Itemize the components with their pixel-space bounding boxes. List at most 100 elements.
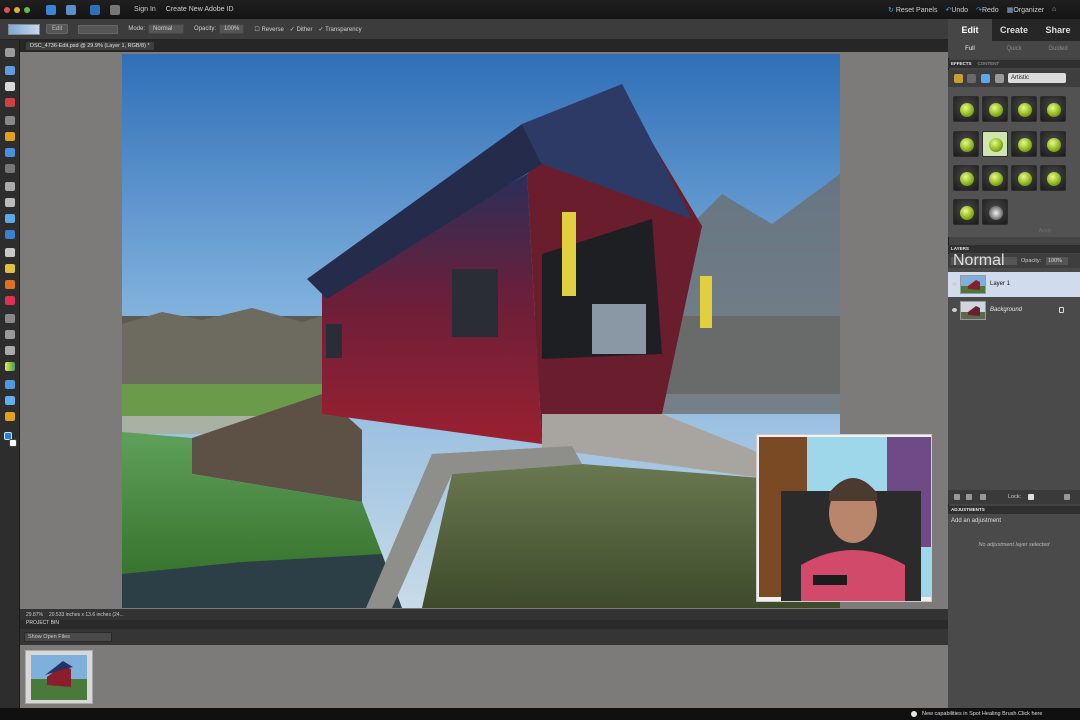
layer-thumbnail-artwork xyxy=(961,302,985,319)
magic-wand-icon[interactable] xyxy=(5,164,15,173)
gradient-picker[interactable] xyxy=(8,23,40,35)
create-adobe-id-link[interactable]: Create New Adobe ID xyxy=(166,6,234,13)
lock-all-icon[interactable] xyxy=(1028,494,1034,500)
all-effects-icon[interactable] xyxy=(995,74,1004,83)
tab-create[interactable]: Create xyxy=(992,19,1036,41)
eraser-tool-icon[interactable] xyxy=(5,280,15,289)
tab-share[interactable]: Share xyxy=(1036,19,1080,41)
brush-tool-icon[interactable] xyxy=(5,296,15,305)
effect-thumbnail[interactable] xyxy=(953,199,979,225)
opacity-input[interactable]: 100% xyxy=(219,24,245,34)
help-icon[interactable] xyxy=(90,4,100,15)
effect-thumbnail[interactable] xyxy=(982,165,1008,191)
reset-panels-button[interactable]: ↻ Reset Panels xyxy=(888,6,937,14)
effects-category-dropdown[interactable]: Artistic xyxy=(1008,73,1066,83)
document-tab[interactable]: DSC_4736-Edit.psd @ 29.9% (Layer 1, RGB/… xyxy=(26,42,154,50)
effect-thumbnail[interactable] xyxy=(982,96,1008,122)
lasso-tool-icon[interactable] xyxy=(5,132,15,141)
visibility-eye-icon[interactable] xyxy=(952,282,957,286)
clone-stamp-icon[interactable] xyxy=(5,264,15,273)
tab-guided[interactable]: Guided xyxy=(1036,41,1080,58)
transparency-checkbox[interactable]: ✓ Transparency xyxy=(319,26,362,33)
show-open-files-dropdown[interactable]: Show Open Files xyxy=(24,632,112,642)
background-color-swatch[interactable] xyxy=(9,439,17,447)
close-window-button[interactable] xyxy=(4,6,10,13)
recompose-tool-icon[interactable] xyxy=(5,214,15,223)
effect-preview-apple xyxy=(989,103,1003,117)
healing-brush-icon[interactable] xyxy=(5,248,15,257)
smart-brush-icon[interactable] xyxy=(5,314,15,323)
layout-icon[interactable] xyxy=(110,4,120,15)
gradient-edit-button[interactable]: Edit xyxy=(46,24,69,34)
photoshop-elements-window: Sign In Create New Adobe ID ↻ Reset Pane… xyxy=(0,0,1080,720)
minimize-window-button[interactable] xyxy=(14,6,20,13)
document-tab-bar: DSC_4736-Edit.psd @ 29.9% (Layer 1, RGB/… xyxy=(20,40,948,52)
mode-dropdown[interactable]: Normal xyxy=(148,24,185,34)
layer-row-background[interactable]: Background xyxy=(948,298,1080,323)
redo-button[interactable]: ↷Redo xyxy=(976,6,999,14)
lock-label: Lock: xyxy=(1008,494,1022,500)
zoom-readout[interactable]: 29.87% xyxy=(26,612,43,618)
zoom-tool-icon[interactable] xyxy=(5,66,15,75)
effect-thumbnail[interactable] xyxy=(1040,165,1066,191)
dither-checkbox[interactable]: ✓ Dither xyxy=(290,26,313,33)
effect-thumbnail[interactable] xyxy=(982,199,1008,225)
effect-thumbnail[interactable] xyxy=(1040,96,1066,122)
sponge-tool-icon[interactable] xyxy=(5,412,15,421)
tab-edit[interactable]: Edit xyxy=(948,19,992,41)
photo-effects-icon[interactable] xyxy=(981,74,990,83)
add-adjustment-label: Add an adjustment xyxy=(951,518,1002,524)
paint-bucket-icon[interactable] xyxy=(5,346,15,355)
covered-bridge-photo[interactable] xyxy=(122,54,840,608)
effect-thumbnail[interactable] xyxy=(953,96,979,122)
effect-thumbnail[interactable] xyxy=(1011,131,1037,157)
reverse-checkbox[interactable]: ☐ Reverse xyxy=(254,26,283,33)
delete-layer-icon[interactable] xyxy=(1064,494,1070,500)
blur-tool-icon[interactable] xyxy=(5,396,15,405)
blend-mode-dropdown[interactable]: Normal xyxy=(951,253,1017,269)
sign-in-link[interactable]: Sign In xyxy=(134,6,156,13)
layer-row-layer-1[interactable]: Layer 1 xyxy=(948,272,1080,297)
tab-full[interactable]: Full xyxy=(948,41,992,58)
move-tool-icon[interactable] xyxy=(5,48,15,57)
new-file-icon[interactable] xyxy=(46,4,56,15)
gradient-tool-icon[interactable] xyxy=(5,362,15,371)
crop-tool-icon[interactable] xyxy=(5,198,15,207)
marquee-tool-icon[interactable] xyxy=(5,116,15,125)
effect-thumbnail[interactable] xyxy=(1040,131,1066,157)
layer-styles-icon[interactable] xyxy=(967,74,976,83)
shape-tool-icon[interactable] xyxy=(5,380,15,389)
red-eye-tool-icon[interactable] xyxy=(5,230,15,239)
layer-name[interactable]: Background xyxy=(990,307,1022,313)
layer-opacity-input[interactable]: 100% xyxy=(1046,257,1068,265)
effect-preview-apple xyxy=(1018,138,1032,152)
tab-quick[interactable]: Quick xyxy=(992,41,1036,58)
home-icon[interactable]: ⌂ xyxy=(1052,6,1056,13)
undo-button[interactable]: ↶Undo xyxy=(945,6,968,14)
effect-thumbnail[interactable] xyxy=(953,131,979,157)
effects-title[interactable]: EFFECTS xyxy=(951,61,972,66)
layer-name[interactable]: Layer 1 xyxy=(990,281,1010,287)
effect-thumbnail[interactable] xyxy=(1011,96,1037,122)
pencil-tool-icon[interactable] xyxy=(5,330,15,339)
effect-thumbnail[interactable] xyxy=(982,131,1008,157)
visibility-eye-icon[interactable] xyxy=(952,308,957,312)
organizer-button[interactable]: ▦Organizer xyxy=(1007,6,1044,14)
open-file-thumbnail[interactable] xyxy=(25,650,93,704)
status-message-link[interactable]: New capabilities in Spot Healing Brush.C… xyxy=(922,711,1042,717)
effect-thumbnail[interactable] xyxy=(1011,165,1037,191)
hand-tool-icon[interactable] xyxy=(5,82,15,91)
gradient-type-buttons[interactable] xyxy=(78,24,119,34)
effect-thumbnail[interactable] xyxy=(953,165,979,191)
save-icon[interactable] xyxy=(66,4,76,15)
apply-effect-button[interactable]: Apply xyxy=(1033,228,1057,236)
layer-mask-icon[interactable] xyxy=(980,494,986,500)
filters-icon[interactable] xyxy=(954,74,963,83)
eyedropper-icon[interactable] xyxy=(5,98,15,107)
new-adjustment-layer-icon[interactable] xyxy=(966,494,972,500)
zoom-window-button[interactable] xyxy=(24,6,30,13)
type-tool-icon[interactable] xyxy=(5,182,15,191)
content-tab[interactable]: CONTENT xyxy=(978,61,1000,66)
new-layer-icon[interactable] xyxy=(954,494,960,500)
quick-selection-icon[interactable] xyxy=(5,148,15,157)
